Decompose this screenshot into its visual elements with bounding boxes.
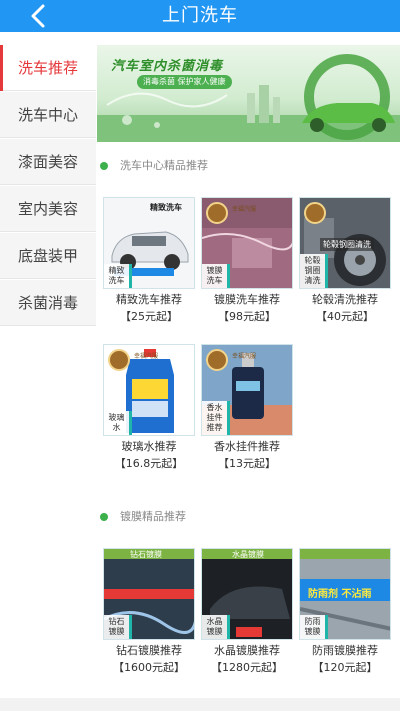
product-thumbnail: 钻石镀膜 钻石镀膜 <box>103 548 195 640</box>
thumb-caption: 钻石镀膜 <box>130 550 162 559</box>
product-price: 【1280元起】 <box>211 661 283 674</box>
brand-logo-icon <box>108 349 130 371</box>
brand-logo-icon <box>304 202 326 224</box>
product-price: 【16.8元起】 <box>114 457 184 470</box>
product-price: 【120元起】 <box>312 661 378 674</box>
product-card-fine-wash[interactable]: 精致洗车 精致洗车 精致洗车推荐 【25元起】 <box>103 197 195 327</box>
product-name: 轮毂清洗推荐 <box>312 293 378 306</box>
product-tag: 水晶镀膜 <box>202 615 230 639</box>
product-name: 防雨镀膜推荐 <box>312 644 378 657</box>
product-price: 【40元起】 <box>316 310 374 323</box>
product-price: 【1600元起】 <box>113 661 185 674</box>
product-thumbnail: 水晶镀膜 水晶镀膜 <box>201 548 293 640</box>
sidebar-item-wash-center[interactable]: 洗车中心 <box>0 92 96 138</box>
product-thumbnail: 幸福汽服 镀膜洗车 <box>201 197 293 289</box>
brand-name: 幸福汽服 <box>134 353 159 360</box>
product-thumbnail: 幸福汽服 香水挂件推荐 <box>201 344 293 436</box>
sidebar-item-chassis-armor[interactable]: 底盘装甲 <box>0 233 96 279</box>
section-title: 镀膜精品推荐 <box>120 510 186 523</box>
sidebar-item-interior-care[interactable]: 室内美容 <box>0 186 96 232</box>
thumb-caption: 轮毂钢圈清洗 <box>320 238 374 251</box>
thumb-caption: 精致洗车 <box>150 203 182 212</box>
thumb-caption: 防雨剂 不沾雨 <box>308 589 372 600</box>
section-dot-icon <box>100 513 108 521</box>
sidebar-item-disinfection[interactable]: 杀菌消毒 <box>0 280 96 326</box>
product-price: 【13元起】 <box>218 457 276 470</box>
product-tag: 精致洗车 <box>104 264 132 288</box>
brand-logo-icon <box>206 202 228 224</box>
product-price: 【98元起】 <box>218 310 276 323</box>
product-card-diamond-coating[interactable]: 钻石镀膜 钻石镀膜 钻石镀膜推荐 【1600元起】 <box>103 548 195 678</box>
brand-name: 幸福汽服 <box>232 353 257 360</box>
brand-logo-icon <box>206 349 228 371</box>
product-thumbnail: 轮毂钢圈清洗 轮毂钢圈清洗 <box>299 197 391 289</box>
product-name: 钻石镀膜推荐 <box>116 644 182 657</box>
product-name: 水晶镀膜推荐 <box>214 644 280 657</box>
page-title: 上门洗车 <box>162 5 238 26</box>
app-header: 上门洗车 <box>0 0 400 32</box>
banner-title: 汽车室内杀菌消毒 <box>111 59 224 74</box>
product-tag: 钻石镀膜 <box>104 615 132 639</box>
bottom-spacer <box>0 698 400 711</box>
product-name: 精致洗车推荐 <box>116 293 182 306</box>
product-card-wheel-wash[interactable]: 轮毂钢圈清洗 轮毂钢圈清洗 轮毂清洗推荐 【40元起】 <box>299 197 391 327</box>
promo-banner[interactable]: 汽车室内杀菌消毒 消毒杀菌 保护家人健康 <box>97 45 400 142</box>
product-tag: 防雨镀膜 <box>300 615 328 639</box>
product-price: 【25元起】 <box>120 310 178 323</box>
banner-subtitle: 消毒杀菌 保护家人健康 <box>137 75 232 89</box>
product-thumbnail: 防雨剂 不沾雨 防雨镀膜 <box>299 548 391 640</box>
product-name: 香水挂件推荐 <box>214 440 280 453</box>
category-sidebar: 洗车推荐 洗车中心 漆面美容 室内美容 底盘装甲 杀菌消毒 <box>0 45 96 326</box>
product-tag: 镀膜洗车 <box>202 264 230 288</box>
section-title: 洗车中心精品推荐 <box>120 159 208 172</box>
sidebar-item-wash-recommend[interactable]: 洗车推荐 <box>0 45 96 91</box>
section-dot-icon <box>100 162 108 170</box>
thumb-caption: 水晶镀膜 <box>232 550 264 559</box>
product-name: 镀膜洗车推荐 <box>214 293 280 306</box>
product-thumbnail: 幸福汽服 玻璃水 <box>103 344 195 436</box>
product-card-rainproof-coating[interactable]: 防雨剂 不沾雨 防雨镀膜 防雨镀膜推荐 【120元起】 <box>299 548 391 678</box>
product-card-perfume[interactable]: 幸福汽服 香水挂件推荐 香水挂件推荐 【13元起】 <box>201 344 293 474</box>
sidebar-item-paint-care[interactable]: 漆面美容 <box>0 139 96 185</box>
product-tag: 轮毂钢圈清洗 <box>300 254 328 288</box>
product-tag: 玻璃水 <box>104 411 132 435</box>
product-card-crystal-coating[interactable]: 水晶镀膜 水晶镀膜 水晶镀膜推荐 【1280元起】 <box>201 548 293 678</box>
product-thumbnail: 精致洗车 精致洗车 <box>103 197 195 289</box>
product-tag: 香水挂件推荐 <box>202 401 230 435</box>
product-card-washer-fluid[interactable]: 幸福汽服 玻璃水 玻璃水推荐 【16.8元起】 <box>103 344 195 474</box>
brand-name: 幸福汽服 <box>232 206 257 213</box>
product-card-coating-wash[interactable]: 幸福汽服 镀膜洗车 镀膜洗车推荐 【98元起】 <box>201 197 293 327</box>
product-name: 玻璃水推荐 <box>121 440 177 453</box>
